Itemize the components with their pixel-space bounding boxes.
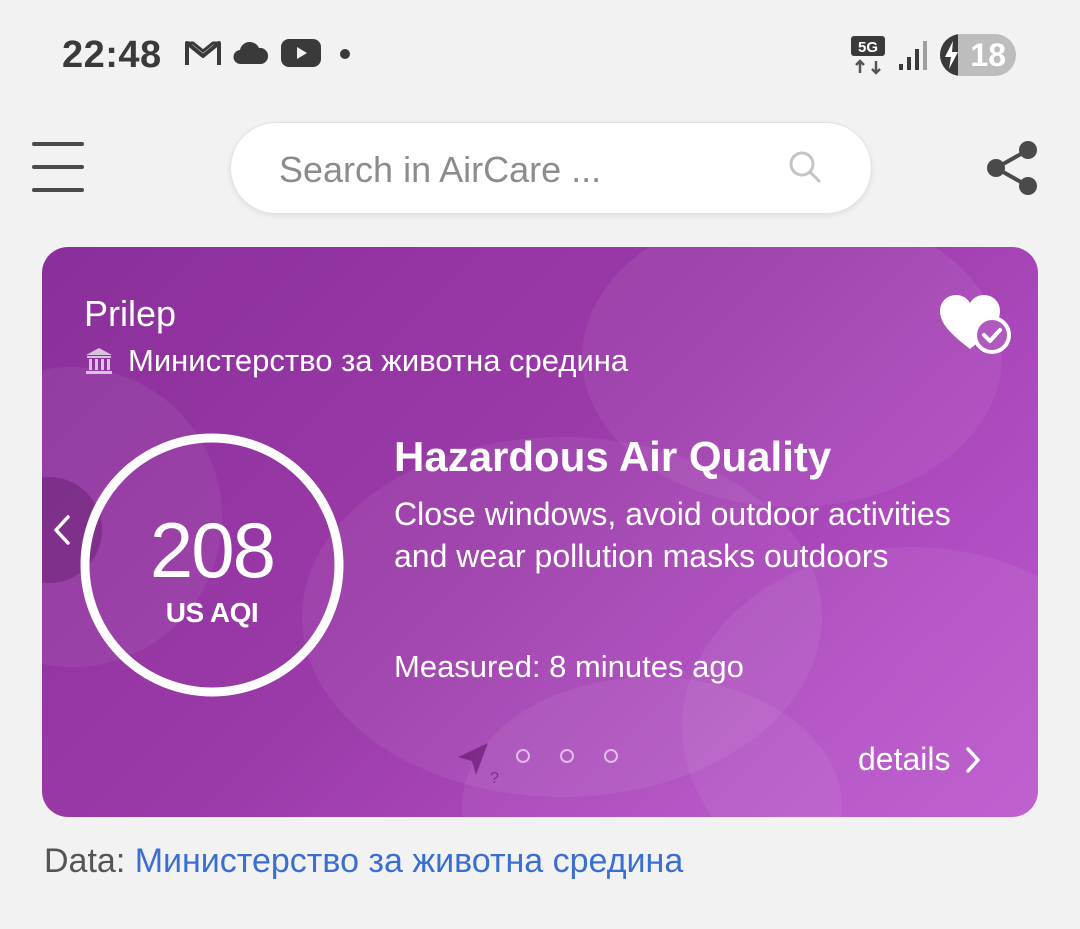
city-name: Prilep xyxy=(84,293,177,334)
data-source-line: Data: Министерство за животна средина xyxy=(44,842,683,881)
page-dot[interactable] xyxy=(604,749,618,763)
aqi-card[interactable]: Prilep Министерство за животна средина 2… xyxy=(42,247,1038,817)
youtube-icon xyxy=(281,39,321,67)
station-source: Министерство за животна средина xyxy=(84,343,628,379)
svg-text:5G: 5G xyxy=(858,39,878,56)
signal-icon xyxy=(899,41,927,70)
search-icon[interactable] xyxy=(788,150,822,184)
status-notification-icons xyxy=(184,38,358,68)
details-label: details xyxy=(858,741,951,777)
page-dot[interactable] xyxy=(560,749,574,763)
page-indicator xyxy=(516,749,618,763)
data-source-link[interactable]: Министерство за животна средина xyxy=(135,842,684,880)
status-system-icons: 5G 18 xyxy=(850,34,1016,76)
status-time: 22:48 xyxy=(62,34,162,76)
battery-charging-icon: 18 xyxy=(940,34,1016,76)
air-quality-status: Hazardous Air Quality xyxy=(394,433,832,480)
svg-text:?: ? xyxy=(490,770,499,787)
search-bar[interactable] xyxy=(230,122,872,214)
chevron-left-icon xyxy=(54,515,70,545)
gmail-icon xyxy=(185,41,221,65)
page-dot[interactable] xyxy=(516,749,530,763)
chevron-right-icon xyxy=(965,746,980,773)
data-source-label: Data: xyxy=(44,842,126,880)
share-icon[interactable] xyxy=(984,138,1042,198)
cloud-icon xyxy=(233,41,269,65)
health-recommendation: Close windows, avoid outdoor activities … xyxy=(394,496,951,574)
government-building-icon xyxy=(86,348,112,374)
hamburger-menu-icon[interactable] xyxy=(32,142,84,192)
details-button[interactable]: details xyxy=(858,741,981,778)
battery-level: 18 xyxy=(970,36,1006,73)
notification-dot-icon xyxy=(340,49,350,59)
station-source-label: Министерство за животна средина xyxy=(128,343,629,378)
measured-time: Measured: 8 minutes ago xyxy=(394,649,744,684)
aqi-value: 208 xyxy=(149,506,276,594)
heart-check-icon[interactable] xyxy=(938,293,1014,355)
search-input[interactable] xyxy=(277,141,771,199)
location-unknown-icon[interactable]: ? xyxy=(456,741,502,787)
5g-data-icon: 5G xyxy=(851,36,885,75)
aqi-unit: US AQI xyxy=(165,597,259,628)
status-bar: 22:48 5G 18 xyxy=(0,0,1080,110)
